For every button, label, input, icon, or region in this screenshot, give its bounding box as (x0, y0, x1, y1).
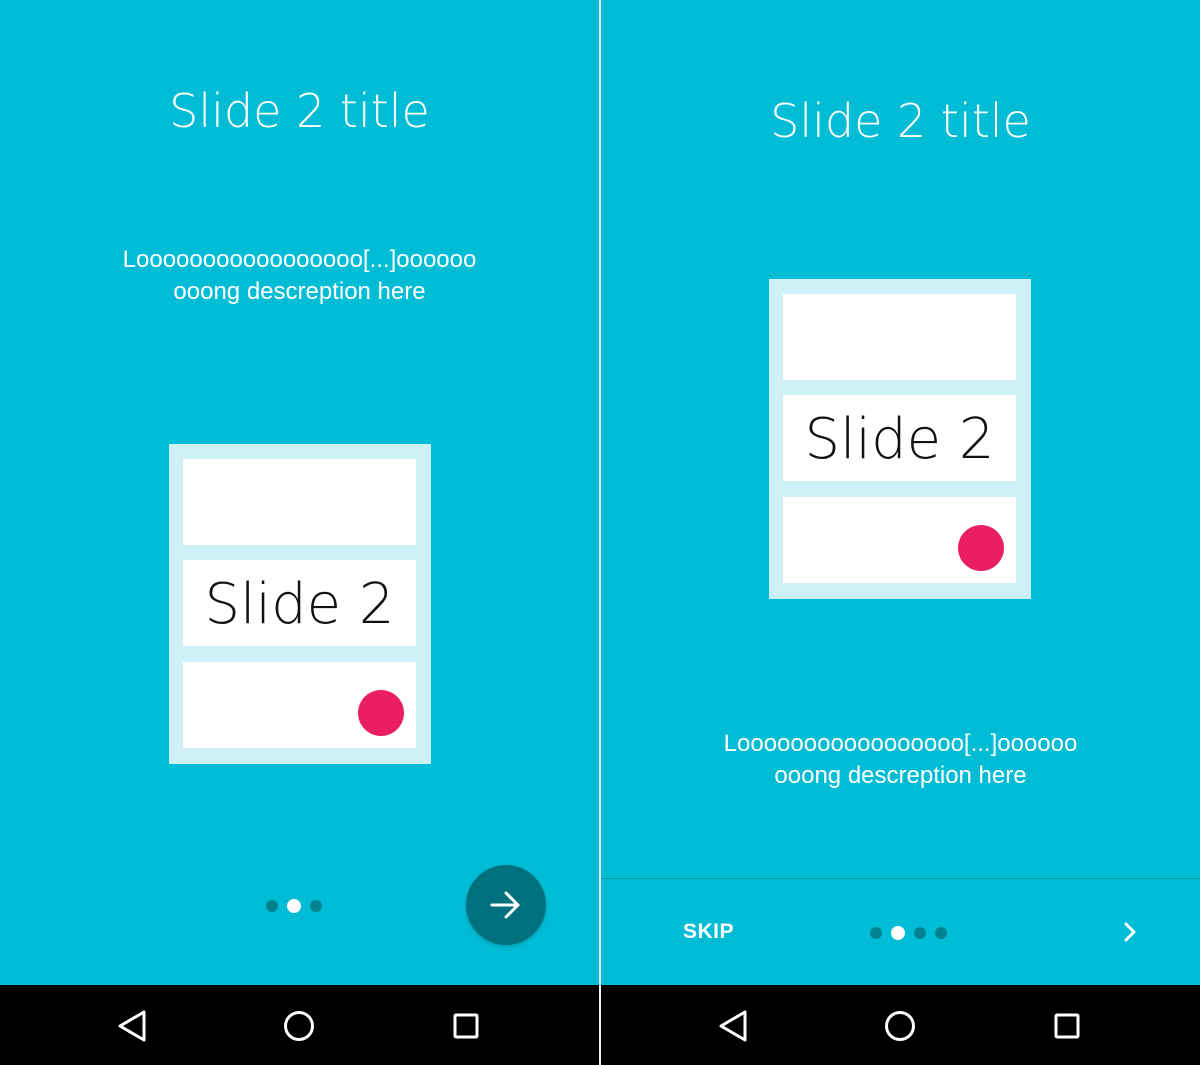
home-circle-icon[interactable] (280, 1007, 318, 1045)
back-triangle-icon[interactable] (114, 1007, 152, 1045)
slide-illustration-card: Slide 2 (769, 279, 1031, 599)
page-indicator-dot[interactable] (310, 899, 322, 912)
card-slide-label: Slide 2 (804, 407, 995, 472)
card-panel-top (183, 459, 416, 545)
card-accent-dot (358, 690, 404, 736)
slide-title: Slide 2 title (169, 84, 430, 138)
skip-button[interactable]: SKIP (683, 920, 734, 944)
system-nav-bar (601, 985, 1200, 1065)
description-line-1: Looooooooooooooooo[...]oooooo (723, 730, 1078, 757)
description-line-2: ooong descreption here (173, 278, 426, 305)
back-triangle-icon[interactable] (715, 1007, 753, 1045)
description-line-2: ooong descreption here (774, 762, 1027, 789)
slide-title: Slide 2 title (770, 94, 1031, 148)
onboarding-screen-left: Slide 2 title Looooooooooooooooo[...]ooo… (0, 0, 599, 1065)
slide-description: Looooooooooooooooo[...]oooooo ooong desc… (601, 728, 1200, 792)
system-nav-bar (0, 985, 599, 1065)
arrow-right-icon (490, 891, 520, 919)
bottom-bar-divider (601, 878, 1200, 879)
recents-square-icon[interactable] (1048, 1007, 1086, 1045)
page-indicator-dot[interactable] (266, 899, 278, 912)
page-indicator-dot-active[interactable] (891, 925, 905, 940)
page-indicator (870, 924, 956, 940)
card-panel-bottom (183, 662, 416, 748)
home-circle-icon[interactable] (881, 1007, 919, 1045)
slide-illustration-card: Slide 2 (169, 444, 431, 764)
page-indicator-dot[interactable] (935, 926, 947, 939)
card-panel-bottom (783, 497, 1016, 583)
description-line-1: Looooooooooooooooo[...]oooooo (122, 246, 477, 273)
card-accent-dot (958, 525, 1004, 571)
page-indicator-dot-active[interactable] (287, 898, 301, 913)
chevron-right-icon[interactable] (1117, 918, 1145, 946)
page-indicator (266, 897, 331, 913)
card-slide-label: Slide 2 (204, 572, 395, 637)
slide-description: Looooooooooooooooo[...]oooooo ooong desc… (0, 244, 599, 308)
card-panel-middle: Slide 2 (783, 395, 1016, 481)
page-indicator-dot[interactable] (870, 926, 882, 939)
card-panel-middle: Slide 2 (183, 560, 416, 646)
next-fab-button[interactable] (466, 865, 546, 945)
card-panel-top (783, 294, 1016, 380)
recents-square-icon[interactable] (447, 1007, 485, 1045)
onboarding-screen-right: Slide 2 title Slide 2 Looooooooooooooooo… (601, 0, 1200, 1065)
page-indicator-dot[interactable] (914, 926, 926, 939)
